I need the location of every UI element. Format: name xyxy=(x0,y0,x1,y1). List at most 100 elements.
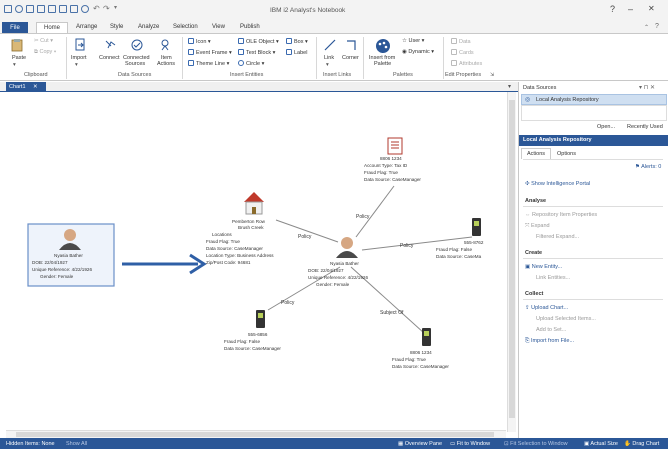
drag-chart-button[interactable]: ✋ Drag Chart xyxy=(624,441,659,447)
circle-icon xyxy=(238,60,244,66)
import-from-file-link[interactable]: ⎘ Import from File... xyxy=(525,338,574,345)
account-document-icon[interactable] xyxy=(387,137,403,155)
chart-tab[interactable]: Chart1 ✕ xyxy=(6,82,46,92)
tab-style[interactable]: Style xyxy=(110,24,123,30)
new-icon[interactable] xyxy=(26,5,34,13)
chart-icon[interactable] xyxy=(48,5,56,13)
center-person-name: Nyasia Bather xyxy=(330,261,359,266)
open-button[interactable]: Open... xyxy=(597,124,615,130)
chart-canvas[interactable]: Policy Policy Policy Policy Subject Of N… xyxy=(6,92,513,430)
ribbon-collapse-icon[interactable]: ⌃ xyxy=(644,24,649,31)
phone-icon-bottom-right[interactable] xyxy=(422,328,431,346)
tab-selection[interactable]: Selection xyxy=(173,24,198,30)
cards-button[interactable]: Cards xyxy=(451,49,474,56)
upload-selected-items-action[interactable]: Upload Selected Items... xyxy=(536,316,596,322)
phone-br-attr-2: Data Source: CaseManager xyxy=(392,364,449,369)
save-icon[interactable] xyxy=(4,5,12,13)
alerts-link[interactable]: ⚑ Alerts: 0 xyxy=(635,164,661,170)
text-block-button[interactable]: Text Block ▾ xyxy=(238,49,275,56)
vertical-scroll-thumb[interactable] xyxy=(509,100,515,418)
ole-object-button[interactable]: OLE Object ▾ xyxy=(238,38,279,45)
event-frame-button[interactable]: Event Frame ▾ xyxy=(188,49,232,56)
attributes-button[interactable]: Attributes xyxy=(451,60,482,67)
link-entities-action[interactable]: Link Entities... xyxy=(536,275,570,281)
tab-publish[interactable]: Publish xyxy=(240,24,260,30)
phone-bl-name: 555-6856 xyxy=(248,332,268,337)
customize-icon[interactable]: ▾ xyxy=(114,4,117,11)
tab-arrange[interactable]: Arrange xyxy=(76,24,97,30)
data-sources-panel: Data Sources ▾ ⊓ ✕ ◎ Local Analysis Repo… xyxy=(518,82,668,438)
fit-to-window-button[interactable]: ▭ Fit to Window xyxy=(450,441,490,447)
palette-icon xyxy=(376,39,390,53)
show-all-button[interactable]: Show All xyxy=(66,441,87,447)
print-icon[interactable] xyxy=(59,5,67,13)
add-to-set-action[interactable]: Add to Set... xyxy=(536,327,566,333)
layout-icon[interactable] xyxy=(70,5,78,13)
paste-icon xyxy=(11,39,23,52)
account-attr-3: Data Source: CaseManager xyxy=(364,177,421,182)
corner-button[interactable]: Corner xyxy=(342,55,359,61)
search-icon[interactable] xyxy=(81,5,89,13)
tab-options[interactable]: Options xyxy=(557,151,576,157)
source-item[interactable]: ◎ Local Analysis Repository xyxy=(521,94,667,105)
minimize-button[interactable]: – xyxy=(628,4,633,14)
expand-action[interactable]: ⤧ Expand xyxy=(525,223,550,230)
import-button[interactable]: Import xyxy=(71,55,87,61)
show-intelligence-portal-link[interactable]: ✣ Show Intelligence Portal xyxy=(525,181,590,187)
tab-view[interactable]: View xyxy=(212,24,225,30)
undo-icon[interactable]: ↶ xyxy=(93,4,100,13)
close-button[interactable]: ✕ xyxy=(648,4,655,13)
tab-analyze[interactable]: Analyze xyxy=(138,24,159,30)
cut-button[interactable]: ✂ Cut ▾ xyxy=(34,38,53,44)
panel-menu-icon[interactable]: ▾ ⊓ ✕ xyxy=(639,84,655,91)
import-icon xyxy=(75,38,85,51)
actual-size-button[interactable]: ▣ Actual Size xyxy=(584,441,618,447)
vertical-scrollbar[interactable] xyxy=(507,92,516,432)
connect-icon xyxy=(105,40,116,49)
box-button[interactable]: Box ▾ xyxy=(286,38,308,45)
repository-item-properties[interactable]: ⇔ Repository Item Properties xyxy=(525,212,597,218)
theme-line-button[interactable]: Theme Line ▾ xyxy=(188,60,229,67)
icon-button[interactable]: Icon ▾ xyxy=(188,38,211,45)
group-palettes: Palettes xyxy=(393,72,413,78)
person-icon-center[interactable] xyxy=(336,237,358,258)
house-icon[interactable] xyxy=(244,192,264,215)
copy-button[interactable]: ⧉ Copy ▾ xyxy=(34,49,56,56)
open-icon[interactable] xyxy=(37,5,45,13)
recently-used-button[interactable]: Recently Used xyxy=(627,124,663,130)
overview-pane-button[interactable]: ▦ Overview Pane xyxy=(398,441,442,447)
horizontal-scrollbar[interactable] xyxy=(6,430,506,438)
dynamic-palette-button[interactable]: ◉ Dynamic ▾ xyxy=(402,49,434,55)
data-button[interactable]: Data xyxy=(451,38,471,45)
phone-right-name: 555-8762 xyxy=(464,240,484,245)
edit-properties-launcher[interactable]: ⇲ xyxy=(490,72,494,78)
redo-icon[interactable]: ↷ xyxy=(103,4,110,13)
fit-selection-button[interactable]: ⊡ Fit Selection to Window xyxy=(504,441,568,447)
upload-chart-link[interactable]: ⇪ Upload Chart... xyxy=(525,305,568,311)
phone-icon-bottom-left[interactable] xyxy=(256,310,265,328)
link-button[interactable]: Link xyxy=(324,55,334,61)
circle-button[interactable]: Circle ▾ xyxy=(238,60,264,67)
ribbon: Paste ▾ ✂ Cut ▾ ⧉ Copy ▾ Clipboard Impor… xyxy=(0,33,668,81)
settings-icon[interactable] xyxy=(15,5,23,13)
document-tab-bar xyxy=(0,82,518,92)
help-button[interactable]: ? xyxy=(610,4,615,14)
filtered-expand-action[interactable]: Filtered Expand... xyxy=(536,234,579,240)
connect-button[interactable]: Connect xyxy=(99,55,120,61)
horizontal-scroll-thumb[interactable] xyxy=(16,432,494,437)
new-entity-link[interactable]: ▣ New Entity... xyxy=(525,264,562,270)
help-icon[interactable]: ? xyxy=(655,23,659,30)
paste-button[interactable]: Paste xyxy=(12,55,26,61)
chart-links xyxy=(267,185,473,334)
link-label-policy-phone-right: Policy xyxy=(400,243,414,249)
section-collect: Collect xyxy=(525,291,544,297)
label-button[interactable]: Label xyxy=(286,49,307,56)
tab-actions[interactable]: Actions xyxy=(521,148,551,159)
close-tab-icon[interactable]: ✕ xyxy=(33,84,38,90)
account-name: 8806 1234 xyxy=(380,156,402,161)
icon-icon xyxy=(188,38,194,44)
phone-icon-right[interactable] xyxy=(472,218,481,236)
group-insert-links: Insert Links xyxy=(323,72,352,78)
tab-list-icon[interactable]: ▾ xyxy=(508,83,511,90)
user-palette-button[interactable]: ☆ User ▾ xyxy=(402,38,424,44)
